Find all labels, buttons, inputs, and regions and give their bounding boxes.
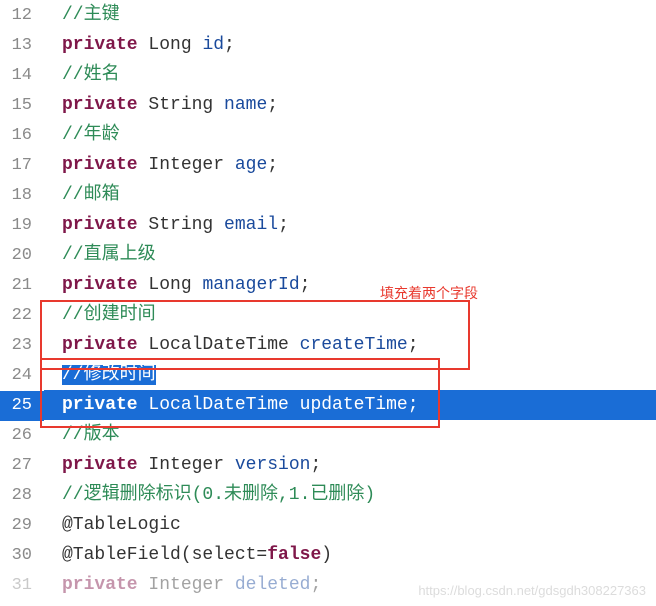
type: Long — [138, 275, 203, 295]
comment: //直属上级 — [62, 245, 156, 265]
code-line[interactable]: 18 //邮箱 — [0, 180, 656, 210]
code-line[interactable]: 14 //姓名 — [0, 60, 656, 90]
keyword: private — [62, 335, 138, 355]
semicolon: ; — [408, 395, 419, 415]
line-number: 17 — [0, 151, 44, 181]
code-line[interactable]: 16 //年龄 — [0, 120, 656, 150]
identifier: id — [202, 35, 224, 55]
semicolon: ; — [408, 335, 419, 355]
comment: //修改时间 — [62, 365, 156, 385]
code-line[interactable]: 24 //修改时间 — [0, 360, 656, 390]
identifier: deleted — [235, 575, 311, 595]
identifier: updateTime — [300, 395, 408, 415]
code-line[interactable]: 21 private Long managerId; — [0, 270, 656, 300]
identifier: name — [224, 95, 267, 115]
annotation: @TableField(select= — [62, 545, 267, 565]
keyword: private — [62, 455, 138, 475]
comment: //邮箱 — [62, 185, 120, 205]
identifier: managerId — [202, 275, 299, 295]
code-line[interactable]: 12 //主键 — [0, 0, 656, 30]
line-number: 26 — [0, 421, 44, 451]
comment: //姓名 — [62, 65, 120, 85]
type: String — [138, 215, 224, 235]
keyword: private — [62, 275, 138, 295]
type: Integer — [138, 575, 235, 595]
line-number: 12 — [0, 1, 44, 31]
semicolon: ; — [278, 215, 289, 235]
semicolon: ; — [310, 575, 321, 595]
keyword: private — [62, 95, 138, 115]
code-line[interactable]: 20 //直属上级 — [0, 240, 656, 270]
code-line[interactable]: 22 //创建时间 — [0, 300, 656, 330]
line-number: 20 — [0, 241, 44, 271]
line-number: 31 — [0, 571, 44, 601]
line-number: 27 — [0, 451, 44, 481]
annotation-close: ) — [321, 545, 332, 565]
annotation: @TableLogic — [62, 515, 181, 535]
line-number: 18 — [0, 181, 44, 211]
type: LocalDateTime — [138, 335, 300, 355]
semicolon: ; — [224, 35, 235, 55]
semicolon: ; — [267, 95, 278, 115]
code-line[interactable]: 17 private Integer age; — [0, 150, 656, 180]
comment: //版本 — [62, 425, 120, 445]
line-number: 21 — [0, 271, 44, 301]
semicolon: ; — [300, 275, 311, 295]
type: Integer — [138, 155, 235, 175]
comment: //创建时间 — [62, 305, 156, 325]
type: LocalDateTime — [138, 395, 300, 415]
code-line[interactable]: 27 private Integer version; — [0, 450, 656, 480]
comment: //年龄 — [62, 125, 120, 145]
line-number: 24 — [0, 361, 44, 391]
line-number: 16 — [0, 121, 44, 151]
identifier: version — [235, 455, 311, 475]
keyword: private — [62, 35, 138, 55]
code-editor[interactable]: 12 //主键 13 private Long id; 14 //姓名 15 p… — [0, 0, 656, 600]
line-number: 25 — [0, 391, 44, 421]
identifier: age — [235, 155, 267, 175]
semicolon: ; — [267, 155, 278, 175]
identifier: createTime — [300, 335, 408, 355]
line-number: 13 — [0, 31, 44, 61]
line-number: 28 — [0, 481, 44, 511]
line-number: 23 — [0, 331, 44, 361]
code-line[interactable]: 30 @TableField(select=false) — [0, 540, 656, 570]
keyword: private — [62, 155, 138, 175]
identifier: email — [224, 215, 278, 235]
line-number: 14 — [0, 61, 44, 91]
watermark: https://blog.csdn.net/gdsgdh308227363 — [418, 583, 646, 598]
comment: //主键 — [62, 5, 120, 25]
code-line[interactable]: 26 //版本 — [0, 420, 656, 450]
code-line[interactable]: 23 private LocalDateTime createTime; — [0, 330, 656, 360]
line-number: 29 — [0, 511, 44, 541]
line-number: 15 — [0, 91, 44, 121]
type: Long — [138, 35, 203, 55]
annotation-label: 填充着两个字段 — [380, 283, 478, 303]
keyword: private — [62, 215, 138, 235]
type: String — [138, 95, 224, 115]
code-line[interactable]: 15 private String name; — [0, 90, 656, 120]
line-number: 19 — [0, 211, 44, 241]
code-line[interactable]: 13 private Long id; — [0, 30, 656, 60]
semicolon: ; — [310, 455, 321, 475]
type: Integer — [138, 455, 235, 475]
comment: //逻辑删除标识(0.未删除,1.已删除) — [62, 485, 375, 505]
keyword: private — [62, 575, 138, 595]
line-number: 22 — [0, 301, 44, 331]
code-line[interactable]: 19 private String email; — [0, 210, 656, 240]
code-line[interactable]: 28 //逻辑删除标识(0.未删除,1.已删除) — [0, 480, 656, 510]
keyword-false: false — [267, 545, 321, 565]
code-line-selected[interactable]: 25 private LocalDateTime updateTime; — [0, 390, 656, 420]
code-line[interactable]: 29 @TableLogic — [0, 510, 656, 540]
line-number: 30 — [0, 541, 44, 571]
keyword: private — [62, 395, 138, 415]
